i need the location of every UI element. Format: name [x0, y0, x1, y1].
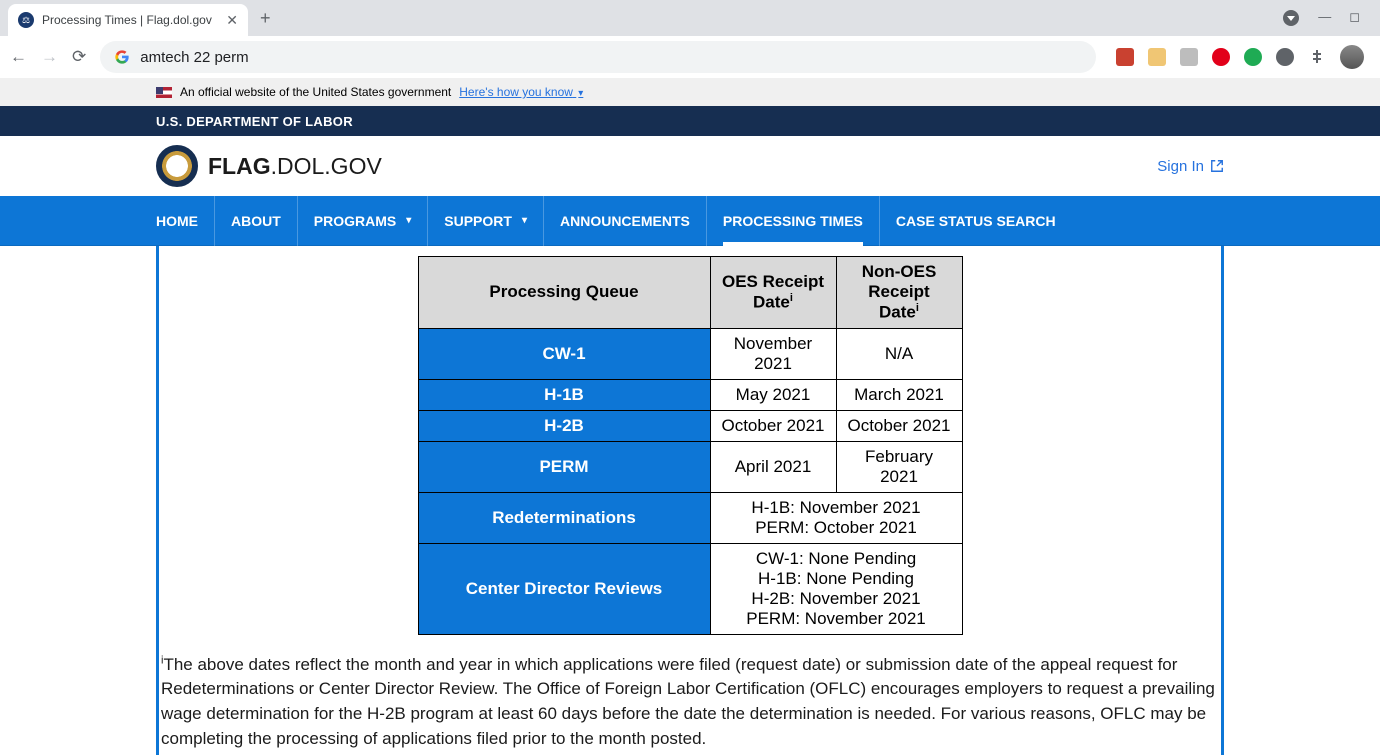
extensions-menu-icon[interactable]: [1308, 48, 1326, 66]
row-cdr-label: Center Director Reviews: [418, 543, 710, 634]
maximize-icon[interactable]: ◻: [1349, 9, 1360, 27]
row-h1b-nonoes: March 2021: [836, 379, 962, 410]
reload-button[interactable]: ⟳: [72, 47, 86, 67]
nav-announcements[interactable]: ANNOUNCEMENTS: [544, 196, 707, 246]
row-perm-label: PERM: [418, 441, 710, 492]
external-link-icon: [1210, 159, 1224, 173]
row-h2b-label: H-2B: [418, 410, 710, 441]
profile-avatar[interactable]: [1340, 45, 1364, 69]
adblock-icon[interactable]: [1212, 48, 1230, 66]
minimize-icon[interactable]: —: [1318, 9, 1331, 27]
nav-programs[interactable]: PROGRAMS▾: [298, 196, 428, 246]
gov-banner-link[interactable]: Here's how you know ▾: [459, 85, 583, 99]
extension-icons: [1110, 45, 1370, 69]
dol-bar: U.S. DEPARTMENT OF LABOR: [0, 106, 1380, 136]
extension-icon[interactable]: [1180, 48, 1198, 66]
gov-banner: An official website of the United States…: [0, 78, 1380, 106]
row-cw1-label: CW-1: [418, 328, 710, 379]
nav-case-status[interactable]: CASE STATUS SEARCH: [880, 196, 1072, 246]
content-wrap: Processing Queue OES Receipt Datei Non-O…: [0, 246, 1380, 755]
row-perm-nonoes: February 2021: [836, 441, 962, 492]
google-icon: [114, 49, 130, 65]
th-queue: Processing Queue: [418, 257, 710, 329]
browser-tab[interactable]: ⚖ Processing Times | Flag.dol.gov ✕: [8, 4, 248, 36]
processing-times-table: Processing Queue OES Receipt Datei Non-O…: [418, 256, 963, 635]
row-h2b-oes: October 2021: [710, 410, 836, 441]
extension-icon[interactable]: [1276, 48, 1294, 66]
th-oes: OES Receipt Datei: [710, 257, 836, 329]
chevron-down-icon: ▾: [522, 215, 527, 226]
nav-processing-times[interactable]: PROCESSING TIMES: [707, 196, 880, 246]
chevron-down-icon: ▾: [406, 215, 411, 226]
gov-banner-text: An official website of the United States…: [180, 85, 451, 99]
back-button[interactable]: ←: [10, 47, 27, 67]
browser-chrome: ⚖ Processing Times | Flag.dol.gov ✕ + — …: [0, 0, 1380, 78]
extension-icon[interactable]: [1148, 48, 1166, 66]
tab-favicon: ⚖: [18, 12, 34, 28]
tab-bar: ⚖ Processing Times | Flag.dol.gov ✕ + — …: [0, 0, 1380, 36]
content-inner: Processing Queue OES Receipt Datei Non-O…: [156, 246, 1224, 755]
main-nav: HOME ABOUT PROGRAMS▾ SUPPORT▾ ANNOUNCEME…: [0, 196, 1380, 246]
nav-home[interactable]: HOME: [156, 196, 215, 246]
page-content: An official website of the United States…: [0, 78, 1380, 755]
row-cw1-nonoes: N/A: [836, 328, 962, 379]
th-nonoes: Non-OES Receipt Datei: [836, 257, 962, 329]
tab-title: Processing Times | Flag.dol.gov: [42, 13, 218, 27]
row-cw1-oes: November 2021: [710, 328, 836, 379]
site-header: FLAG.DOL.GOV Sign In: [0, 136, 1380, 196]
site-title[interactable]: FLAG.DOL.GOV: [208, 153, 382, 180]
nav-bar: ← → ⟳: [0, 36, 1380, 78]
dol-seal-icon: [156, 145, 198, 187]
close-tab-icon[interactable]: ✕: [226, 12, 238, 29]
row-cdr-values: CW-1: None Pending H-1B: None Pending H-…: [710, 543, 962, 634]
address-bar[interactable]: [100, 41, 1096, 73]
row-redet-values: H-1B: November 2021 PERM: October 2021: [710, 492, 962, 543]
sign-in-link[interactable]: Sign In: [1157, 158, 1224, 175]
account-icon[interactable]: [1282, 9, 1300, 27]
row-h1b-oes: May 2021: [710, 379, 836, 410]
us-flag-icon: [156, 87, 172, 98]
row-h1b-label: H-1B: [418, 379, 710, 410]
extension-icon[interactable]: [1244, 48, 1262, 66]
nav-support[interactable]: SUPPORT▾: [428, 196, 544, 246]
forward-button: →: [41, 47, 58, 67]
row-perm-oes: April 2021: [710, 441, 836, 492]
new-tab-button[interactable]: +: [260, 8, 271, 29]
row-redet-label: Redeterminations: [418, 492, 710, 543]
row-h2b-nonoes: October 2021: [836, 410, 962, 441]
nav-about[interactable]: ABOUT: [215, 196, 298, 246]
chevron-down-icon: ▾: [578, 88, 583, 99]
footnote: iThe above dates reflect the month and y…: [159, 635, 1221, 752]
extension-icon[interactable]: [1116, 48, 1134, 66]
address-input[interactable]: [140, 49, 1082, 66]
window-controls: — ◻: [1282, 9, 1372, 27]
